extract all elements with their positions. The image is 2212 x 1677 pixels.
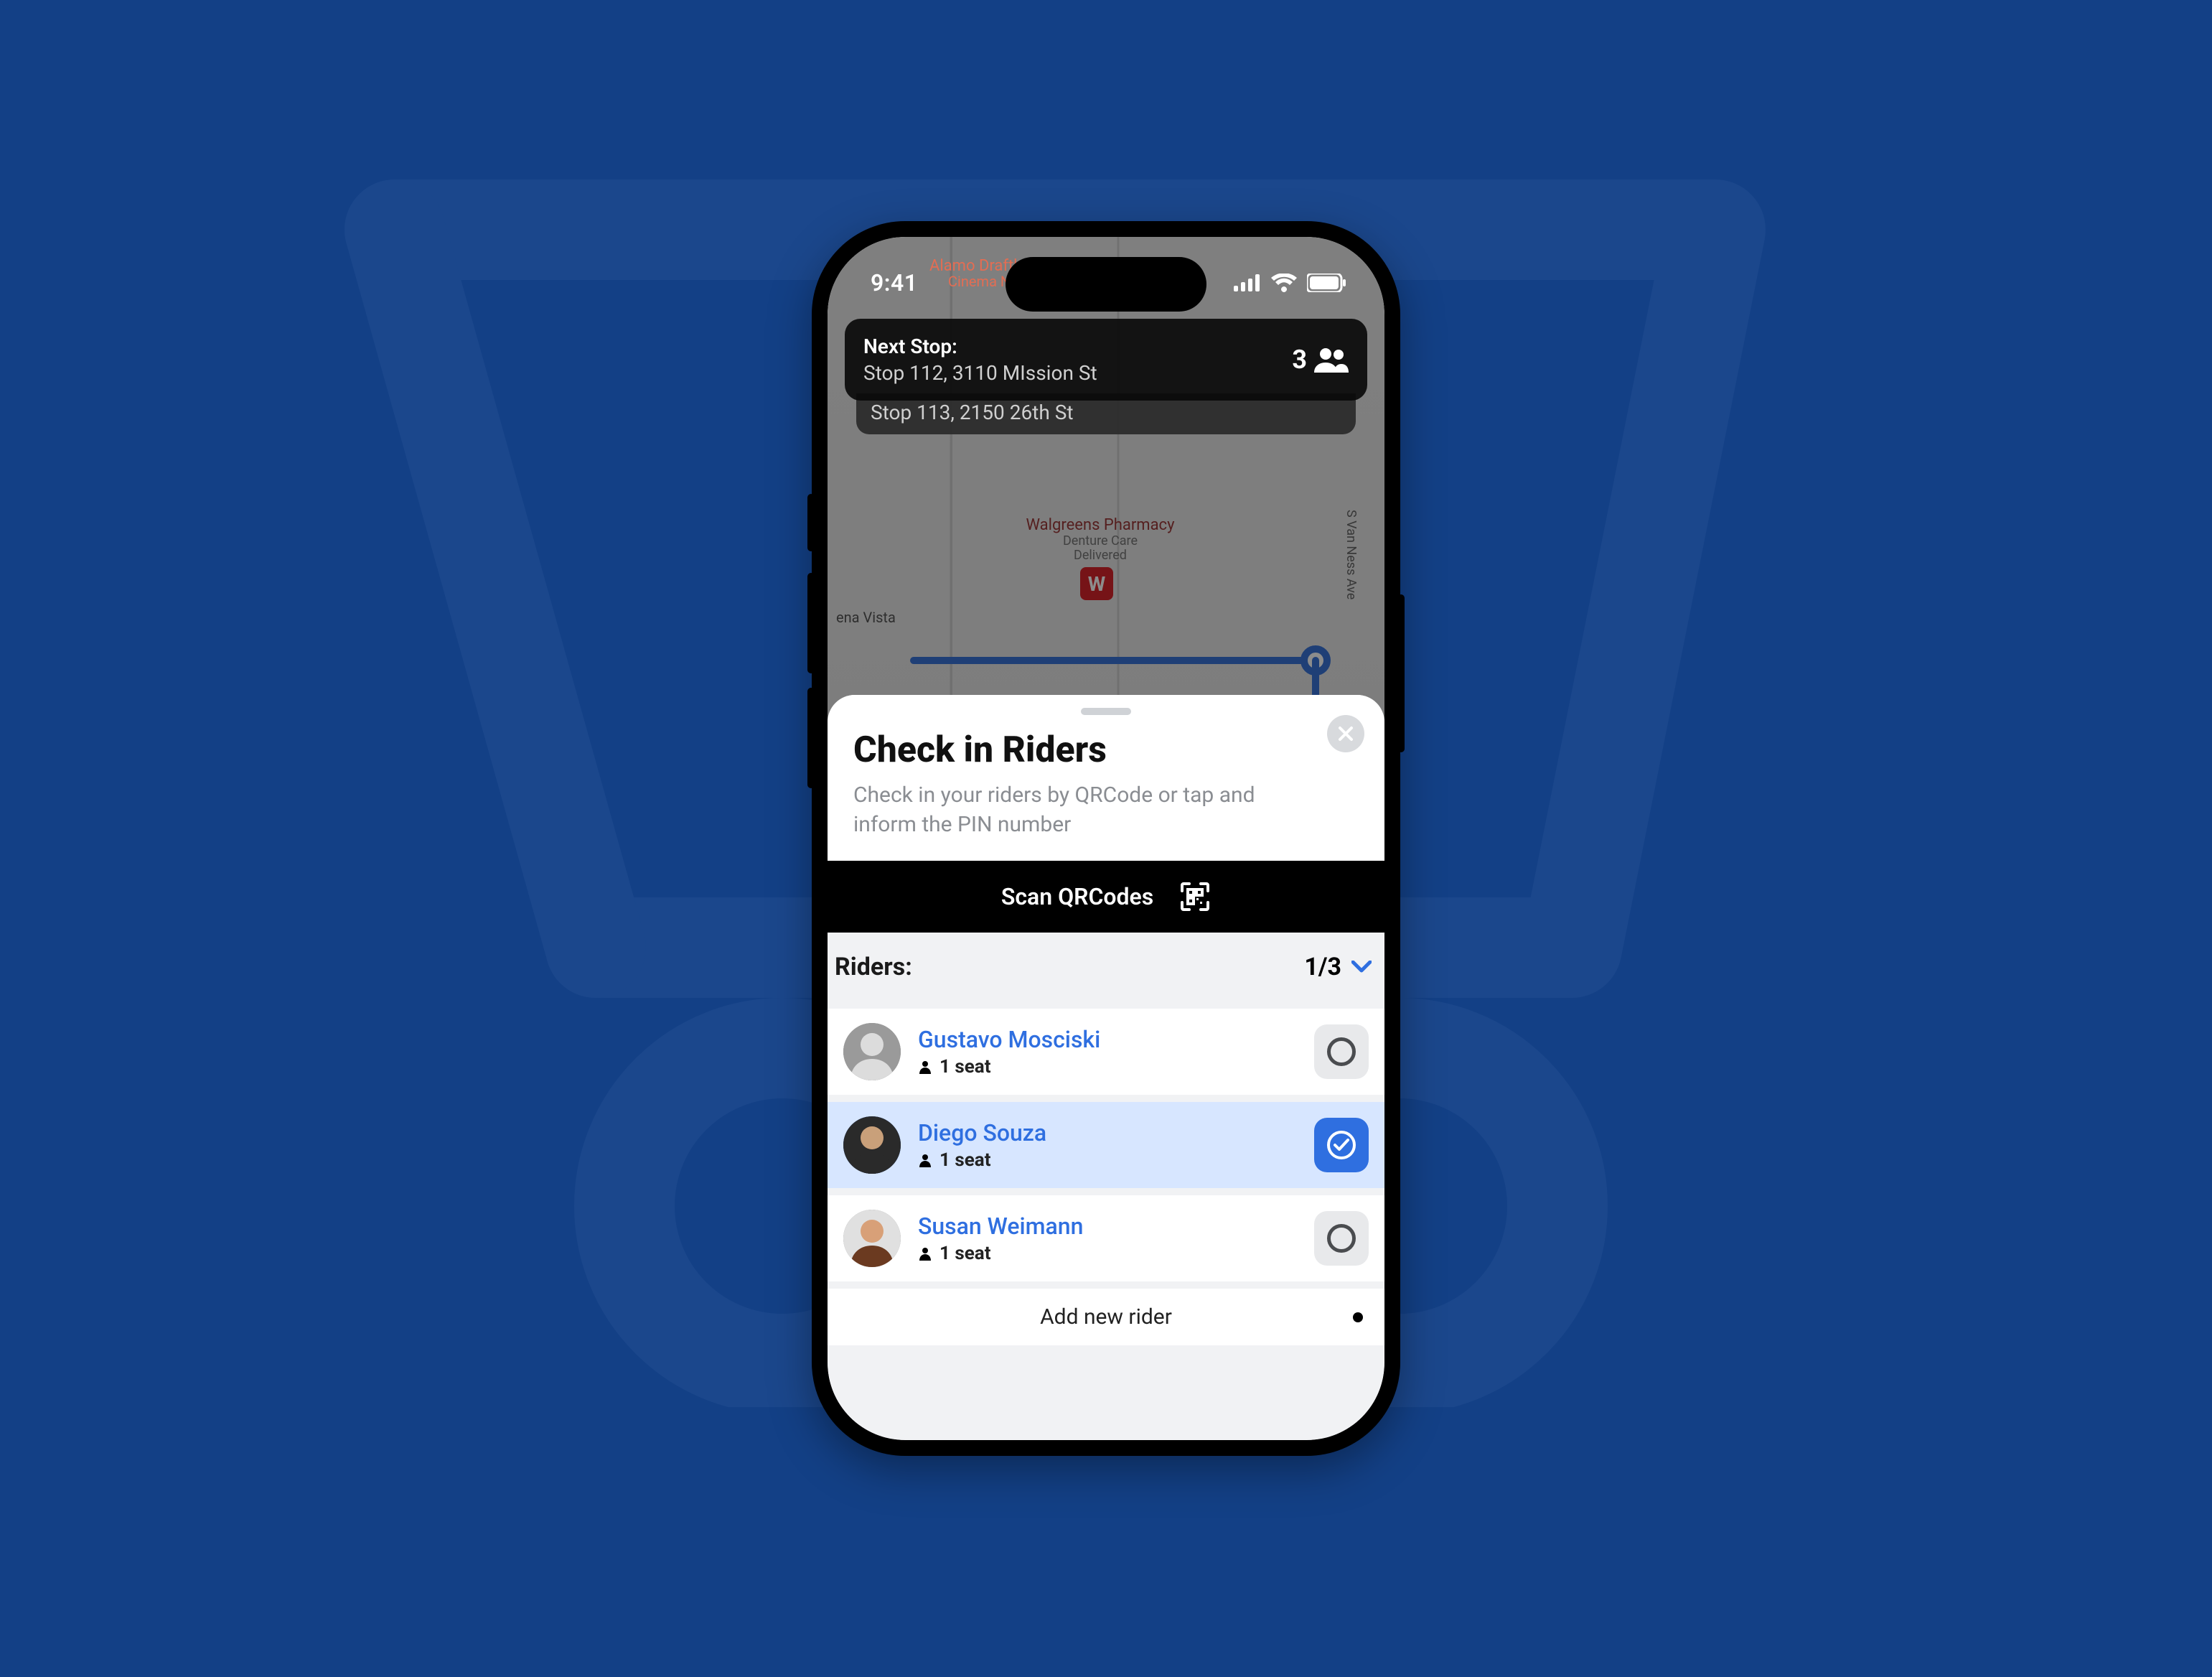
- next-stop-label: Next Stop:: [863, 335, 1097, 358]
- next-stop-pax: 3: [1292, 345, 1349, 375]
- sheet-grabber[interactable]: [1081, 708, 1131, 715]
- rider-name: Gustavo Mosciski: [918, 1026, 1297, 1053]
- next-stop-pax-count: 3: [1292, 345, 1307, 375]
- sheet-title: Check in Riders: [853, 729, 1359, 771]
- phone-bezel: Alamo Draftho Cinema New Miss Walgreens …: [828, 237, 1384, 1440]
- avatar: [843, 1023, 901, 1080]
- avatar: [843, 1210, 901, 1267]
- rider-row[interactable]: Diego Souza 1 seat: [828, 1102, 1384, 1188]
- qrcode-icon: [1179, 881, 1211, 912]
- rider-seats-label: 1 seat: [939, 1243, 991, 1264]
- person-small-icon: [918, 1153, 932, 1167]
- riders-count: 1/3: [1304, 953, 1341, 981]
- wifi-icon: [1271, 274, 1297, 292]
- rider-name: Susan Weimann: [918, 1213, 1297, 1240]
- next-stop-address: Stop 112, 3110 MIssion St: [863, 361, 1097, 385]
- rider-row[interactable]: Gustavo Mosciski 1 seat: [828, 1009, 1384, 1095]
- person-icon: [843, 1116, 901, 1174]
- person-small-icon: [918, 1060, 932, 1074]
- status-time: 9:41: [871, 269, 918, 296]
- checkin-sheet: Check in Riders Check in your riders by …: [828, 695, 1384, 1440]
- rider-row[interactable]: Susan Weimann 1 seat: [828, 1195, 1384, 1281]
- phone-volume-up: [807, 573, 815, 673]
- rider-seats-label: 1 seat: [939, 1056, 991, 1078]
- rider-info: Susan Weimann 1 seat: [918, 1213, 1297, 1264]
- riders-label: Riders:: [835, 953, 912, 981]
- riders-header[interactable]: Riders: 1/3: [828, 933, 1384, 1001]
- scan-qrcodes-button[interactable]: Scan QRCodes: [828, 861, 1384, 933]
- avatar: [843, 1116, 901, 1174]
- rider-check-button[interactable]: [1314, 1024, 1369, 1079]
- rider-name: Diego Souza: [918, 1119, 1297, 1146]
- close-button[interactable]: [1327, 715, 1364, 752]
- dynamic-island: [1006, 257, 1206, 312]
- phone-frame: Alamo Draftho Cinema New Miss Walgreens …: [812, 221, 1400, 1456]
- cellular-icon: [1234, 274, 1261, 291]
- phone-power-button: [1397, 594, 1405, 752]
- circle-icon: [1327, 1224, 1356, 1253]
- next-stop-card[interactable]: Next Stop: Stop 112, 3110 MIssion St 3: [845, 319, 1367, 401]
- scan-qrcodes-label: Scan QRCodes: [1001, 883, 1153, 910]
- riders-count-group: 1/3: [1304, 953, 1372, 981]
- add-rider-button[interactable]: Add new rider: [828, 1289, 1384, 1345]
- rider-seats: 1 seat: [918, 1149, 1297, 1171]
- phone-mute-switch: [807, 494, 815, 551]
- person-small-icon: [918, 1246, 932, 1261]
- sheet-subtitle: Check in your riders by QRCode or tap an…: [853, 781, 1313, 839]
- rider-check-button[interactable]: [1314, 1211, 1369, 1266]
- people-icon: [1314, 347, 1349, 373]
- person-icon: [843, 1023, 901, 1080]
- dot-icon: [1353, 1312, 1363, 1322]
- status-right: [1234, 274, 1346, 292]
- close-icon: [1337, 725, 1354, 742]
- rider-list: Gustavo Mosciski 1 seat: [828, 1009, 1384, 1351]
- person-icon: [843, 1210, 901, 1267]
- battery-icon: [1307, 274, 1346, 292]
- rider-seats: 1 seat: [918, 1243, 1297, 1264]
- add-rider-label: Add new rider: [1040, 1304, 1172, 1330]
- rider-seats: 1 seat: [918, 1056, 1297, 1078]
- next-stop-text: Next Stop: Stop 112, 3110 MIssion St: [863, 335, 1097, 385]
- circle-icon: [1327, 1037, 1356, 1066]
- rider-info: Gustavo Mosciski 1 seat: [918, 1026, 1297, 1078]
- check-circle-icon: [1327, 1131, 1356, 1159]
- sheet-header: Check in Riders Check in your riders by …: [828, 695, 1384, 861]
- phone-screen: Alamo Draftho Cinema New Miss Walgreens …: [828, 237, 1384, 1440]
- chevron-down-icon: [1351, 961, 1372, 973]
- rider-check-button[interactable]: [1314, 1118, 1369, 1172]
- phone-volume-down: [807, 688, 815, 788]
- rider-seats-label: 1 seat: [939, 1149, 991, 1171]
- rider-info: Diego Souza 1 seat: [918, 1119, 1297, 1171]
